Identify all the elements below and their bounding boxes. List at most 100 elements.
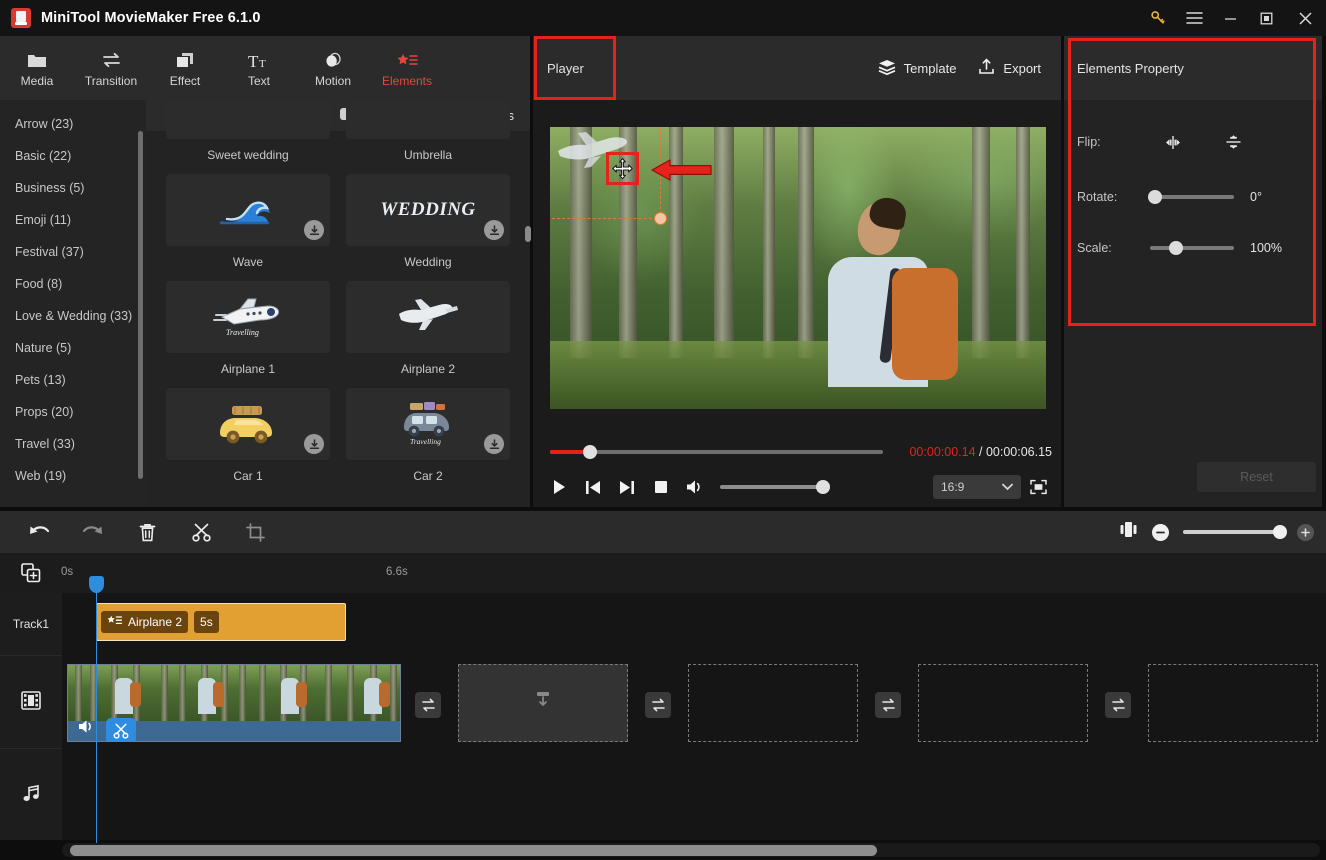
element-label: Car 2 — [413, 469, 443, 483]
reset-button[interactable]: Reset — [1197, 462, 1316, 492]
element-item[interactable]: Sweet wedding — [166, 101, 330, 174]
transition-slot-button[interactable] — [415, 692, 441, 718]
track-header-video[interactable] — [0, 655, 62, 748]
element-item[interactable]: Travelling Airplane 1 — [166, 281, 330, 388]
sidebar-item-label: Love & Wedding (33) — [15, 309, 133, 323]
transition-slot-button[interactable] — [875, 692, 901, 718]
scale-slider[interactable] — [1150, 241, 1234, 255]
volume-icon[interactable] — [78, 719, 95, 739]
crop-button[interactable] — [228, 511, 282, 553]
rotate-handle[interactable] — [1148, 190, 1162, 204]
sidebar-item-business[interactable]: Business (5) — [0, 172, 146, 204]
timeline-zoom-slider[interactable] — [1183, 525, 1287, 539]
elements-property-panel: Flip: Rotate: 0° Scale: 100% — [1064, 100, 1322, 507]
export-button[interactable]: Export — [978, 58, 1041, 78]
redo-button[interactable] — [66, 511, 120, 553]
split-button[interactable] — [174, 511, 228, 553]
next-frame-button[interactable] — [610, 470, 644, 504]
elements-grid: Sweet wedding Umbrella Wave WEDDING Wedd… — [146, 101, 530, 495]
tab-effect[interactable]: Effect — [148, 36, 222, 100]
timeline-body: Track1 Airplane 2 5s — [0, 593, 1326, 840]
sidebar-item-web[interactable]: Web (19) — [0, 460, 146, 492]
undo-button[interactable] — [12, 511, 66, 553]
sidebar-item-emoji[interactable]: Emoji (11) — [0, 204, 146, 236]
audio-track-lane[interactable] — [62, 748, 1326, 840]
sidebar-item-arrow[interactable]: Arrow (23) — [0, 108, 146, 140]
volume-handle[interactable] — [816, 480, 830, 494]
selection-handle[interactable] — [654, 212, 667, 225]
seek-handle[interactable] — [583, 445, 597, 459]
media-placeholder[interactable] — [1148, 664, 1318, 742]
elements-grid-panel: Download YouTube Videos Sweet wedding Um… — [146, 100, 530, 507]
element-item[interactable]: WEDDING Wedding — [346, 174, 510, 281]
zoom-in-icon[interactable] — [1297, 523, 1314, 541]
flip-vertical-icon[interactable] — [1218, 129, 1248, 155]
sidebar-item-nature[interactable]: Nature (5) — [0, 332, 146, 364]
sidebar-item-festival[interactable]: Festival (37) — [0, 236, 146, 268]
tab-motion[interactable]: Motion — [296, 36, 370, 100]
volume-button[interactable] — [678, 470, 712, 504]
sidebar-item-love-wedding[interactable]: Love & Wedding (33) — [0, 300, 146, 332]
add-media-icon[interactable] — [20, 562, 42, 584]
video-preview[interactable] — [550, 127, 1046, 409]
zoom-out-icon[interactable] — [1152, 523, 1169, 541]
timeline-zoom-handle[interactable] — [1273, 525, 1287, 539]
download-icon[interactable] — [304, 434, 324, 454]
element-item[interactable]: Umbrella — [346, 101, 510, 174]
minimize-icon[interactable] — [1212, 0, 1248, 36]
download-icon[interactable] — [484, 220, 504, 240]
element-item[interactable]: Travelling Car 2 — [346, 388, 510, 495]
timeline-clip-element[interactable]: Airplane 2 5s — [96, 603, 346, 641]
track-header-audio[interactable] — [0, 748, 62, 840]
tab-transition[interactable]: Transition — [74, 36, 148, 100]
track-header-element[interactable]: Track1 — [0, 593, 62, 655]
timeline-hscrollbar-thumb[interactable] — [70, 845, 877, 856]
video-track-lane[interactable] — [62, 655, 1326, 748]
prev-frame-button[interactable] — [576, 470, 610, 504]
sidebar-item-basic[interactable]: Basic (22) — [0, 140, 146, 172]
media-placeholder[interactable] — [918, 664, 1088, 742]
media-placeholder[interactable] — [688, 664, 858, 742]
tab-text[interactable]: TT Text — [222, 36, 296, 100]
element-item[interactable]: Wave — [166, 174, 330, 281]
volume-slider[interactable] — [720, 480, 830, 494]
maximize-icon[interactable] — [1248, 0, 1284, 36]
close-icon[interactable] — [1284, 0, 1326, 36]
template-button[interactable]: Template — [878, 59, 956, 78]
category-scrollbar[interactable] — [138, 131, 143, 479]
fullscreen-icon[interactable] — [1021, 470, 1055, 504]
rotate-slider[interactable] — [1148, 190, 1234, 204]
flip-row: Flip: — [1064, 129, 1322, 155]
transition-slot-button[interactable] — [645, 692, 671, 718]
media-placeholder[interactable] — [458, 664, 628, 742]
element-track-lane[interactable]: Airplane 2 5s — [62, 593, 1326, 655]
flip-horizontal-icon[interactable] — [1158, 129, 1188, 155]
sidebar-item-label: Pets (13) — [15, 373, 66, 387]
stop-button[interactable] — [644, 470, 678, 504]
transition-slot-button[interactable] — [1105, 692, 1131, 718]
sidebar-item-pets[interactable]: Pets (13) — [0, 364, 146, 396]
seek-slider[interactable] — [550, 445, 883, 459]
tab-media[interactable]: Media — [0, 36, 74, 100]
car-1-thumb — [166, 388, 330, 460]
menu-icon[interactable] — [1176, 0, 1212, 36]
tab-elements[interactable]: Elements — [370, 36, 444, 100]
scissors-icon[interactable] — [106, 718, 136, 741]
download-icon[interactable] — [484, 434, 504, 454]
sidebar-item-food[interactable]: Food (8) — [0, 268, 146, 300]
download-icon[interactable] — [304, 220, 324, 240]
sidebar-item-travel[interactable]: Travel (33) — [0, 428, 146, 460]
sidebar-item-props[interactable]: Props (20) — [0, 396, 146, 428]
timeline-clip-video[interactable] — [67, 664, 401, 742]
timeline-ruler[interactable]: 0s 6.6s — [0, 553, 1326, 593]
aspect-ratio-select[interactable]: 16:9 — [933, 475, 1021, 499]
scale-handle[interactable] — [1169, 241, 1183, 255]
delete-button[interactable] — [120, 511, 174, 553]
key-icon[interactable] — [1140, 0, 1176, 36]
split-view-icon[interactable] — [1119, 521, 1138, 543]
elements-grid-scrollbar[interactable] — [525, 226, 531, 242]
red-arrow-left-icon — [651, 159, 712, 181]
element-item[interactable]: Car 1 — [166, 388, 330, 495]
element-item[interactable]: Airplane 2 — [346, 281, 510, 388]
play-button[interactable] — [542, 470, 576, 504]
